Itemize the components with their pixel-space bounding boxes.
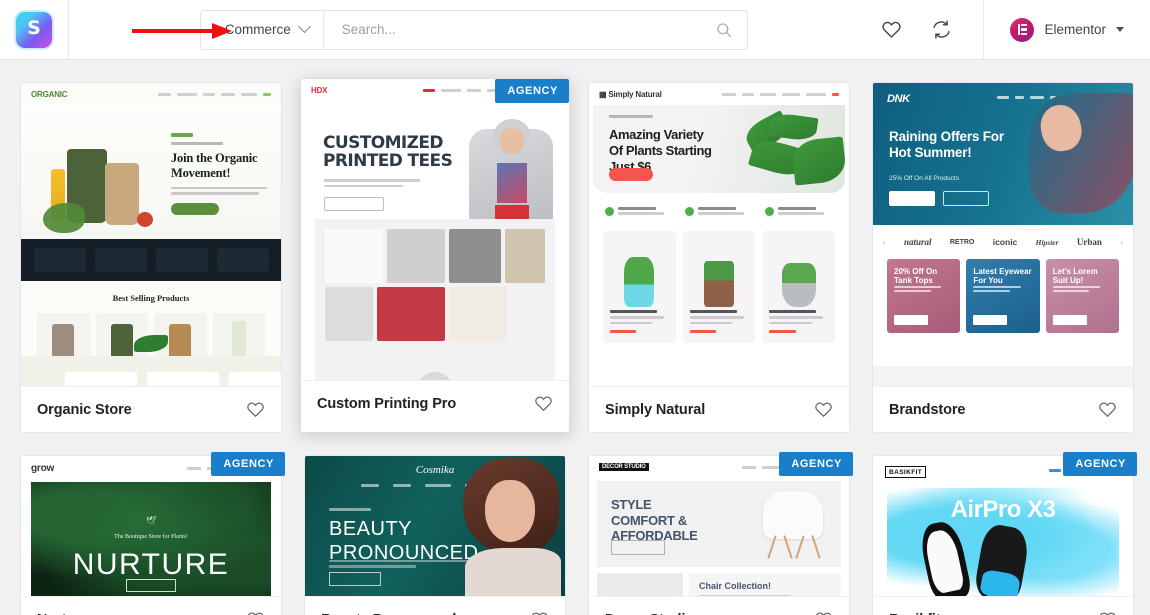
card-title: Decor Studio — [605, 612, 694, 615]
template-thumbnail: HDX CUSTOMIZED PRINTED TEES — [301, 79, 569, 380]
template-card-nurture[interactable]: AGENCY grow 🕊 The Boutique Store for Pla… — [20, 452, 285, 615]
template-thumbnail: ORGANIC Join the Organic Movement! Best … — [21, 83, 281, 386]
account-menu[interactable]: Elementor — [983, 0, 1150, 60]
agency-badge: AGENCY — [779, 452, 853, 476]
heart-outline-icon[interactable] — [1098, 400, 1117, 419]
heart-outline-icon[interactable] — [1098, 610, 1117, 615]
agency-badge: AGENCY — [211, 452, 285, 476]
search-input[interactable] — [341, 22, 716, 37]
template-card-brandstore[interactable]: DNK Raining Offers For Hot Summer! 25% Of… — [872, 82, 1134, 433]
search-field — [324, 11, 747, 49]
template-thumbnail: ▦ Simply Natural Amazing Variety Of Plant… — [589, 83, 849, 386]
red-arrow-annotation — [132, 23, 232, 39]
logo-glyph: S — [27, 17, 41, 39]
template-grid-wrapper: ORGANIC Join the Organic Movement! Best … — [0, 60, 1150, 615]
app-logo[interactable]: S — [0, 0, 69, 60]
starter-templates-logo-icon: S — [16, 11, 52, 48]
template-thumbnail: DNK Raining Offers For Hot Summer! 25% Of… — [873, 83, 1133, 386]
heart-outline-icon[interactable] — [530, 610, 549, 615]
sync-button[interactable] — [929, 18, 953, 42]
template-thumbnail: BASIKFIT AirPro X3 — [873, 456, 1133, 596]
card-footer: Simply Natural — [589, 386, 849, 432]
template-thumbnail: grow 🕊 The Boutique Store for Plants! NU… — [21, 456, 281, 596]
account-name: Elementor — [1044, 22, 1106, 37]
template-card-simply-natural[interactable]: ▦ Simply Natural Amazing Variety Of Plant… — [588, 82, 850, 433]
card-footer: Decor Studio — [589, 596, 849, 615]
chevron-down-icon — [297, 20, 311, 34]
heart-outline-icon[interactable] — [246, 400, 265, 419]
header-actions — [879, 18, 983, 42]
sync-refresh-icon — [933, 20, 950, 39]
template-thumbnail: DECOR STUDIO STYLE COMFORT & AFFORDABLE Ch… — [589, 456, 849, 596]
card-title: Nurture — [37, 612, 89, 615]
template-card-decor-studio[interactable]: AGENCY DECOR STUDIO STYLE COMFORT & AFFORD… — [588, 452, 853, 615]
heart-outline-icon[interactable] — [534, 394, 553, 413]
card-title: Organic Store — [37, 401, 132, 418]
caret-down-icon — [1116, 27, 1124, 32]
card-title: Simply Natural — [605, 401, 706, 418]
card-title: Beauty Pronounced — [321, 612, 456, 615]
card-footer: Organic Store — [21, 386, 281, 432]
search-box: eCommerce — [200, 9, 749, 50]
card-footer: Beauty Pronounced — [305, 596, 565, 615]
card-footer: Custom Printing Pro — [301, 380, 569, 426]
template-card-organic-store[interactable]: ORGANIC Join the Organic Movement! Best … — [20, 82, 282, 433]
card-footer: Brandstore — [873, 386, 1133, 432]
card-footer: Basikfit — [873, 596, 1133, 615]
favorites-button[interactable] — [879, 18, 903, 42]
heart-icon — [882, 21, 901, 38]
card-title: Custom Printing Pro — [317, 395, 457, 412]
template-card-beauty-pronounced[interactable]: Cosmika BEAUTYPRONOUNCED Beauty Pronounc… — [304, 455, 566, 615]
elementor-logo-icon — [1010, 17, 1035, 42]
template-card-custom-printing-pro[interactable]: AGENCY HDX CUSTOMIZED PRINTED TEES Custo… — [300, 78, 570, 433]
card-title: Basikfit — [889, 612, 941, 615]
card-footer: Nurture — [21, 596, 281, 615]
heart-outline-icon[interactable] — [814, 610, 833, 615]
template-card-basikfit[interactable]: AGENCY BASIKFIT AirPro X3 — [872, 452, 1137, 615]
app-header: S eCommerce Search... Elementor — [0, 0, 1150, 60]
heart-outline-icon[interactable] — [814, 400, 833, 419]
search-icon[interactable] — [715, 21, 733, 39]
template-grid: ORGANIC Join the Organic Movement! Best … — [20, 78, 1137, 615]
template-thumbnail: Cosmika BEAUTY PRONOUNCED — [305, 456, 565, 596]
heart-outline-icon[interactable] — [246, 610, 265, 615]
card-title: Brandstore — [889, 401, 966, 418]
agency-badge: AGENCY — [495, 79, 569, 103]
agency-badge: AGENCY — [1063, 452, 1137, 476]
